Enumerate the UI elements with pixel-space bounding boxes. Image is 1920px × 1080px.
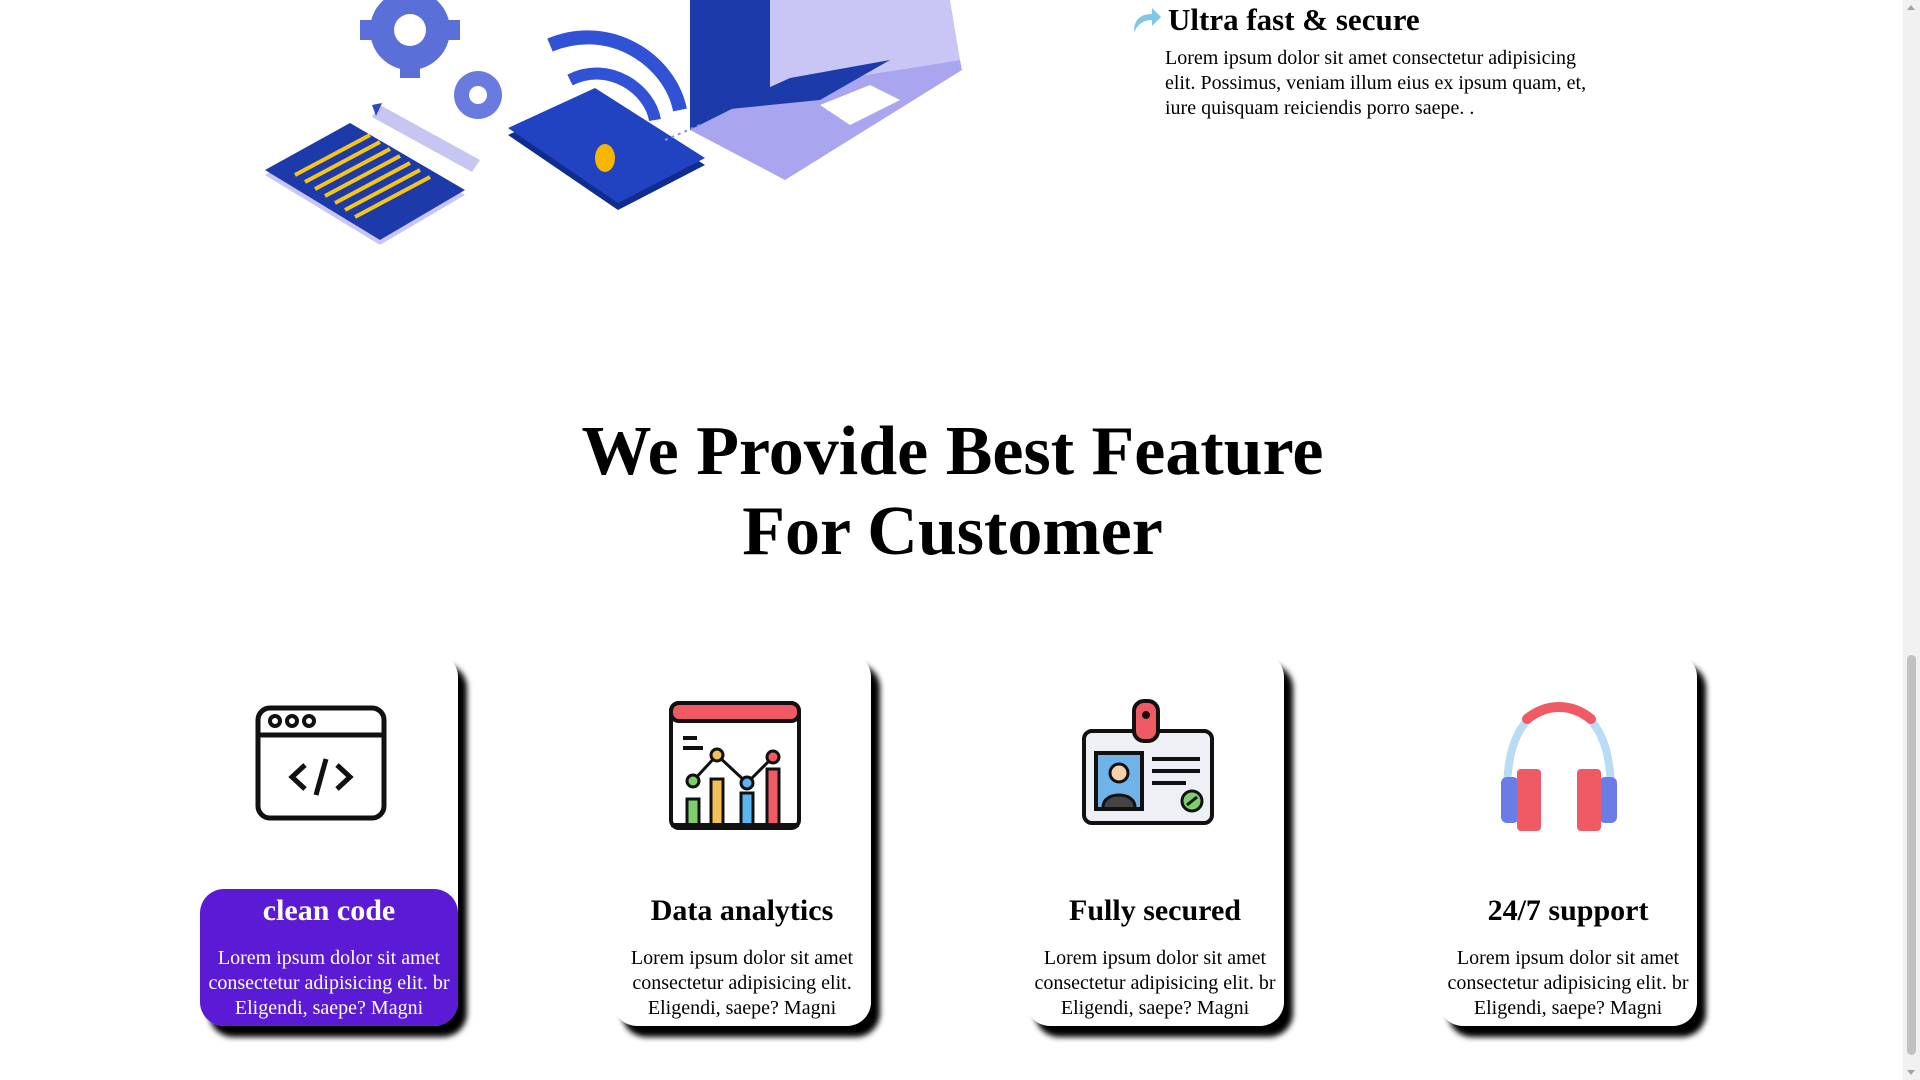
card-text: Lorem ipsum dolor sit amet consectetur a… bbox=[1447, 947, 1689, 1019]
gear-icon bbox=[360, 0, 460, 78]
card-title: clean code bbox=[262, 894, 396, 927]
card-body: 24/7 support Lorem ipsum dolor sit amet … bbox=[1439, 889, 1697, 1026]
card-title: 24/7 support bbox=[1487, 894, 1649, 927]
small-gear-icon bbox=[454, 71, 502, 119]
laptop-icon bbox=[690, 0, 962, 180]
section-heading: We Provide Best Feature For Customer bbox=[0, 412, 1905, 572]
feature-card-clean-code[interactable]: clean code Lorem ipsum dolor sit amet co… bbox=[200, 653, 458, 1026]
card-text: Lorem ipsum dolor sit amet consectetur a… bbox=[1034, 947, 1276, 1019]
card-text: Lorem ipsum dolor sit amet consectetur a… bbox=[630, 947, 854, 1019]
data-chart-icon bbox=[669, 701, 801, 830]
feature-ultra-fast: Ultra fast & secure Lorem ipsum dolor si… bbox=[1130, 0, 1600, 121]
scroll-thumb[interactable] bbox=[1907, 655, 1916, 1055]
card-title: Fully secured bbox=[1069, 894, 1241, 927]
feature-title-text: Ultra fast & secure bbox=[1168, 2, 1420, 37]
scroll-up-arrow-icon[interactable] bbox=[1907, 5, 1915, 10]
feature-card-fully-secured[interactable]: Fully secured Lorem ipsum dolor sit amet… bbox=[1026, 653, 1284, 1026]
card-body: Fully secured Lorem ipsum dolor sit amet… bbox=[1026, 889, 1284, 1026]
feature-card-data-analytics[interactable]: Data analytics Lorem ipsum dolor sit ame… bbox=[613, 653, 871, 1026]
code-window-icon bbox=[255, 705, 387, 821]
id-card-icon bbox=[1082, 699, 1214, 825]
scroll-down-arrow-icon[interactable] bbox=[1907, 1070, 1915, 1075]
isometric-devices-illustration bbox=[250, 0, 970, 270]
card-body: Data analytics Lorem ipsum dolor sit ame… bbox=[613, 889, 871, 1026]
feature-card-support[interactable]: 24/7 support Lorem ipsum dolor sit amet … bbox=[1439, 653, 1697, 1026]
section-heading-line-2: For Customer bbox=[742, 493, 1163, 570]
section-heading-line-1: We Provide Best Feature bbox=[581, 413, 1324, 490]
page-scrollbar[interactable] bbox=[1903, 0, 1920, 1080]
card-body: clean code Lorem ipsum dolor sit amet co… bbox=[200, 889, 458, 1026]
feature-title: Ultra fast & secure bbox=[1130, 2, 1600, 38]
card-title: Data analytics bbox=[650, 894, 834, 927]
curved-arrow-icon bbox=[1134, 8, 1161, 32]
headphones-icon bbox=[1501, 702, 1617, 831]
feature-description: Lorem ipsum dolor sit amet consectetur a… bbox=[1165, 47, 1587, 119]
phone-wifi-icon bbox=[508, 30, 705, 210]
card-text: Lorem ipsum dolor sit amet consectetur a… bbox=[208, 947, 450, 1019]
